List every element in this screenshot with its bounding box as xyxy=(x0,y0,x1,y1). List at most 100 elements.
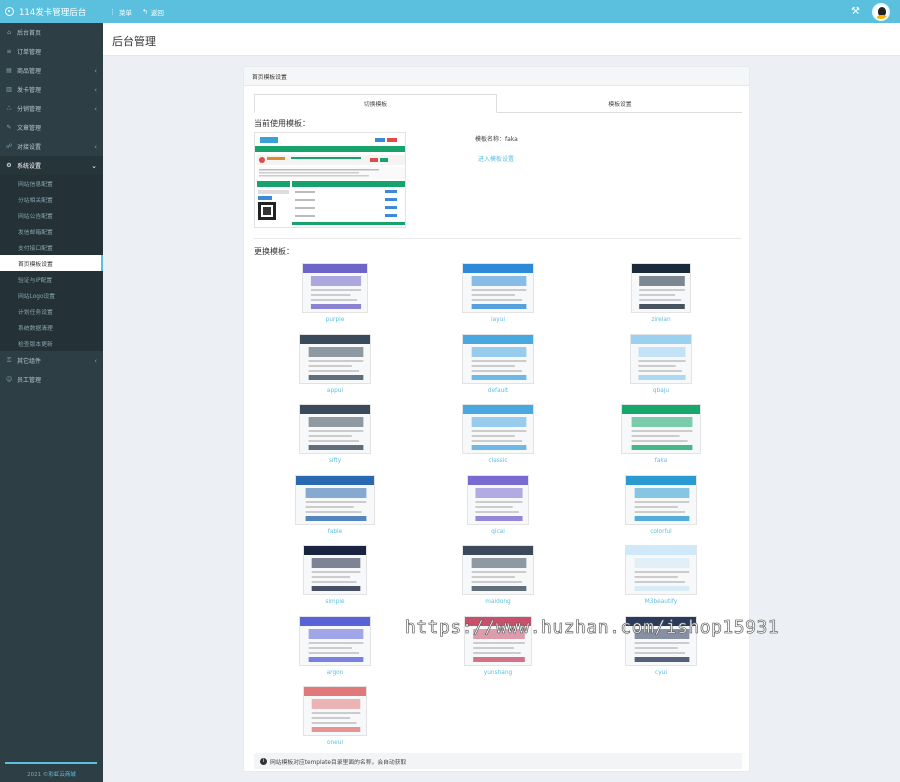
sidebar-item-edit[interactable]: ✎ 文章管理 xyxy=(0,118,103,137)
template-option[interactable]: fable xyxy=(254,474,416,535)
template-thumbnail[interactable] xyxy=(625,545,697,595)
template-name[interactable]: colorful xyxy=(580,529,742,535)
template-name[interactable]: M3beautify xyxy=(580,599,742,605)
sidebar-subitem[interactable]: 首页模板设置 xyxy=(0,255,103,271)
sidebar-subitem[interactable]: 网站信息配置 xyxy=(0,175,103,191)
template-preview-image xyxy=(626,546,696,594)
template-thumbnail[interactable] xyxy=(625,474,697,525)
template-option[interactable]: appui xyxy=(254,333,416,394)
template-thumbnail[interactable] xyxy=(631,263,691,313)
template-thumbnail[interactable] xyxy=(462,404,534,454)
sidebar-subitem[interactable]: 分站相关配置 xyxy=(0,191,103,207)
back-arrow-icon: ↰ xyxy=(142,7,148,16)
logo-icon xyxy=(5,7,14,16)
template-thumbnail[interactable] xyxy=(303,686,367,736)
template-option[interactable]: default xyxy=(417,333,579,394)
template-thumbnail[interactable] xyxy=(299,615,371,666)
sidebar-subitem[interactable]: 检查版本更新 xyxy=(0,335,103,351)
copyright-brand[interactable]: 彩虹云商城 xyxy=(48,772,76,778)
template-preview-image xyxy=(300,334,370,383)
template-name[interactable]: purple xyxy=(254,317,416,323)
sidebar-menu: ⌂ 后台首页 ≡ 订单管理 ▤ 商品管理 ‹ ▥ 发卡管理 ‹ ஃ 分销管理 ‹ ✎ 文章管理 ☍ 对接设置 ‹ ⚙… xyxy=(0,23,103,389)
sidebar-item-plugin[interactable]: ⚿ 其它组件 ‹ xyxy=(0,351,103,370)
template-thumbnail[interactable] xyxy=(299,404,371,454)
change-template-label: 更换模板： xyxy=(254,247,294,256)
template-name[interactable]: cyui xyxy=(580,670,742,676)
template-note-text: 网站模板对应template目录里面的名称，会自动获取 xyxy=(270,759,407,766)
card-icon: ▥ xyxy=(6,86,12,93)
template-name[interactable]: maidong xyxy=(417,599,579,605)
template-option[interactable]: faka xyxy=(580,404,742,464)
sidebar-subitem[interactable]: 发信邮箱配置 xyxy=(0,223,103,239)
menu-toggle-button[interactable]: ⋮ 菜单 xyxy=(109,7,132,17)
sidebar-item-shop[interactable]: ▤ 商品管理 ‹ xyxy=(0,61,103,80)
template-thumbnail[interactable] xyxy=(462,263,534,313)
sidebar-item-home[interactable]: ⌂ 后台首页 xyxy=(0,23,103,42)
template-preview-image xyxy=(463,546,533,594)
template-option[interactable]: qbaju xyxy=(580,333,742,394)
template-name[interactable]: qicai xyxy=(417,529,579,535)
template-option[interactable]: argon xyxy=(254,615,416,676)
sidebar-item-link[interactable]: ☍ 对接设置 ‹ xyxy=(0,137,103,156)
template-name[interactable]: simple xyxy=(254,599,416,605)
template-option[interactable]: classic xyxy=(417,404,579,464)
template-option[interactable]: colorful xyxy=(580,474,742,535)
sidebar-item-user[interactable]: ☺ 员工管理 xyxy=(0,370,103,389)
template-thumbnail[interactable] xyxy=(299,333,371,384)
avatar[interactable] xyxy=(872,2,890,21)
sidebar-item-label: 系统设置 xyxy=(17,163,42,170)
template-option[interactable]: qicai xyxy=(417,474,579,535)
tab-template-settings[interactable]: 模板设置 xyxy=(498,94,742,113)
app-logo[interactable]: 114发卡管理后台 xyxy=(0,0,103,23)
back-button[interactable]: ↰ 返回 xyxy=(142,7,164,17)
template-name[interactable]: appui xyxy=(254,388,416,394)
template-option[interactable]: purple xyxy=(254,263,416,323)
sidebar-subitem[interactable]: 验证与IP配置 xyxy=(0,271,103,287)
sidebar-subitem[interactable]: 支付接口配置 xyxy=(0,239,103,255)
template-thumbnail[interactable] xyxy=(462,333,534,384)
tab-switch-template[interactable]: 切换模板 xyxy=(254,94,497,113)
template-option[interactable]: zirelan xyxy=(580,263,742,323)
template-name[interactable]: faka xyxy=(580,458,742,464)
template-option[interactable]: M3beautify xyxy=(580,545,742,605)
template-option[interactable]: maidong xyxy=(417,545,579,605)
sidebar-item-gear[interactable]: ⚙ 系统设置 ⌄ xyxy=(0,156,103,175)
template-option[interactable]: oneui xyxy=(254,686,416,746)
template-thumbnail[interactable] xyxy=(621,404,701,454)
template-preview-image xyxy=(304,546,366,594)
template-name[interactable]: oneui xyxy=(254,740,416,746)
current-template-image xyxy=(255,133,405,227)
template-thumbnail[interactable] xyxy=(630,333,692,384)
template-thumbnail[interactable] xyxy=(295,474,375,525)
sidebar-item-card[interactable]: ▥ 发卡管理 ‹ xyxy=(0,80,103,99)
watermark-text: https://www.huzhan.com/ishop15931 xyxy=(405,617,780,639)
template-option[interactable]: layui xyxy=(417,263,579,323)
sidebar-subitem[interactable]: 计划任务设置 xyxy=(0,303,103,319)
sidebar-subitem[interactable]: 系统数据清理 xyxy=(0,319,103,335)
template-name[interactable]: classic xyxy=(417,458,579,464)
template-name[interactable]: yunshang xyxy=(417,670,579,676)
template-name[interactable]: sifty xyxy=(254,458,416,464)
template-thumbnail[interactable] xyxy=(467,474,529,525)
template-thumbnail[interactable] xyxy=(302,263,368,313)
wrench-icon[interactable]: ⚒ xyxy=(851,6,860,17)
template-name[interactable]: layui xyxy=(417,317,579,323)
template-name[interactable]: argon xyxy=(254,670,416,676)
template-name[interactable]: default xyxy=(417,388,579,394)
template-name[interactable]: qbaju xyxy=(580,388,742,394)
enter-template-settings-link[interactable]: 进入模板设置 xyxy=(478,154,514,163)
template-option[interactable]: simple xyxy=(254,545,416,605)
chevron-left-icon: ‹ xyxy=(94,104,97,113)
template-name[interactable]: fable xyxy=(254,529,416,535)
sidebar-item-list[interactable]: ≡ 订单管理 xyxy=(0,42,103,61)
template-option[interactable]: sifty xyxy=(254,404,416,464)
template-name[interactable]: zirelan xyxy=(580,317,742,323)
sidebar-subitem[interactable]: 网站Logo设置 xyxy=(0,287,103,303)
info-icon: i xyxy=(260,757,267,765)
template-thumbnail[interactable] xyxy=(462,545,534,595)
current-template-name: 模板名称：faka xyxy=(475,136,518,143)
sidebar-item-share[interactable]: ஃ 分销管理 ‹ xyxy=(0,99,103,118)
sidebar-subitem[interactable]: 网站公告配置 xyxy=(0,207,103,223)
template-thumbnail[interactable] xyxy=(303,545,367,595)
section-divider xyxy=(254,238,742,239)
